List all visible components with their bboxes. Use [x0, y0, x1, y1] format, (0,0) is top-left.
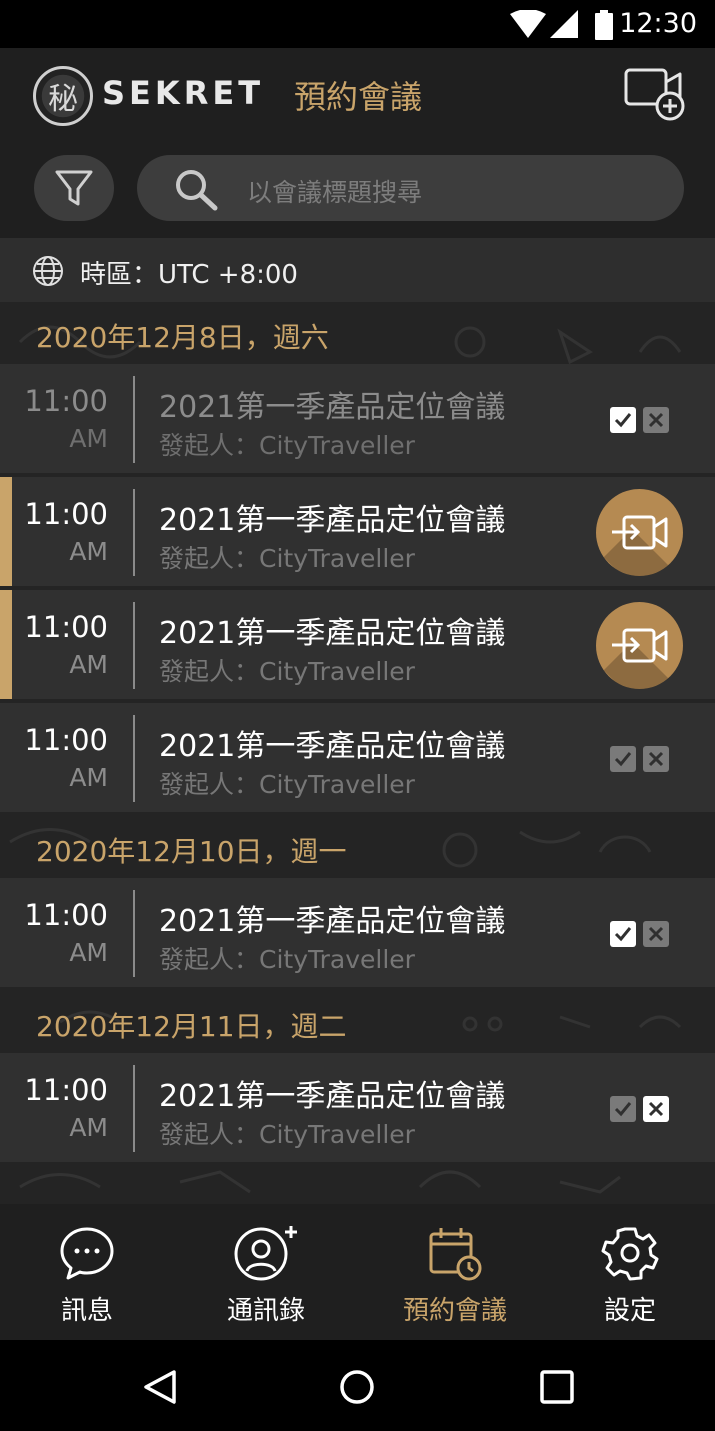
meeting-time: 11:00	[24, 723, 108, 757]
divider	[133, 489, 135, 576]
status-bar: 12:30	[0, 0, 715, 48]
date-header: 2020年12月10日，週一	[0, 816, 715, 878]
meeting-host: 發起人：CityTraveller	[159, 431, 415, 460]
meeting-row[interactable]: 11:00 AM 2021第一季產品定位會議 發起人：CityTraveller	[0, 590, 715, 701]
meeting-ampm: AM	[69, 1113, 108, 1142]
date-label: 2020年12月11日，週二	[36, 1010, 347, 1043]
search-input[interactable]: 以會議標題搜尋	[137, 155, 684, 221]
meeting-ampm: AM	[69, 424, 108, 453]
meeting-host: 發起人：CityTraveller	[159, 1120, 415, 1149]
divider	[133, 890, 135, 977]
meeting-ampm: AM	[69, 537, 108, 566]
signal-icon	[550, 10, 578, 38]
meeting-ampm: AM	[69, 650, 108, 679]
decline-x-icon[interactable]	[643, 407, 669, 433]
search-icon	[176, 170, 218, 211]
nav-item-schedule[interactable]: 預約會議	[380, 1204, 530, 1340]
recents-icon[interactable]	[538, 1368, 576, 1406]
join-meeting-button[interactable]	[596, 489, 683, 576]
meeting-time: 11:00	[24, 497, 108, 531]
meeting-title: 2021第一季產品定位會議	[159, 1079, 506, 1114]
meeting-ampm: AM	[69, 763, 108, 792]
ongoing-indicator	[0, 477, 12, 586]
join-meeting-button[interactable]	[596, 602, 683, 689]
meeting-time: 11:00	[24, 610, 108, 644]
divider	[133, 376, 135, 463]
meeting-host: 發起人：CityTraveller	[159, 657, 415, 686]
meeting-row[interactable]: 11:00 AM 2021第一季產品定位會議 發起人：CityTraveller	[0, 477, 715, 588]
timezone-bar: 時區：UTC +8:00	[0, 238, 715, 302]
ongoing-indicator	[0, 590, 12, 699]
page-title: 預約會議	[294, 78, 423, 116]
nav-label: 預約會議	[402, 1296, 507, 1326]
meeting-title: 2021第一季產品定位會議	[159, 616, 506, 651]
home-icon[interactable]	[338, 1368, 376, 1406]
filter-button[interactable]	[34, 155, 114, 221]
divider	[133, 602, 135, 689]
date-label: 2020年12月10日，週一	[36, 835, 347, 868]
meeting-ampm: AM	[69, 938, 108, 967]
nav-label: 訊息	[60, 1296, 113, 1326]
date-header: 2020年12月11日，週二	[0, 991, 715, 1053]
battery-icon	[595, 10, 613, 40]
accept-check-icon[interactable]	[610, 746, 636, 772]
meeting-list[interactable]: 2020年12月8日，週六 11:00 AM 2021第一季產品定位會議 發起人…	[0, 302, 715, 1204]
meeting-title: 2021第一季產品定位會議	[159, 904, 506, 939]
app-logo: 秘	[33, 66, 93, 126]
accept-check-icon[interactable]	[610, 407, 636, 433]
meeting-title: 2021第一季產品定位會議	[159, 390, 506, 425]
date-header: 2020年12月8日，週六	[0, 302, 715, 364]
meeting-row[interactable]: 11:00 AM 2021第一季產品定位會議 發起人：CityTraveller	[0, 878, 715, 989]
decline-x-icon[interactable]	[643, 1096, 669, 1122]
nav-label: 設定	[603, 1296, 656, 1326]
calendar-clock-icon	[429, 1228, 482, 1281]
nav-item-contacts[interactable]: 通訊錄	[191, 1204, 341, 1340]
nav-item-settings[interactable]: 設定	[555, 1204, 705, 1340]
decline-x-icon[interactable]	[643, 746, 669, 772]
brand-name: SEKRET	[102, 74, 265, 112]
meeting-time: 11:00	[24, 1073, 108, 1107]
status-time: 12:30	[619, 8, 697, 39]
accept-check-icon[interactable]	[610, 921, 636, 947]
join-icon	[612, 628, 668, 663]
join-icon	[612, 515, 668, 550]
meeting-row[interactable]: 11:00 AM 2021第一季產品定位會議 發起人：CityTraveller	[0, 703, 715, 814]
meeting-time: 11:00	[24, 384, 108, 418]
meeting-host: 發起人：CityTraveller	[159, 770, 415, 799]
meeting-row[interactable]: 11:00 AM 2021第一季產品定位會議 發起人：CityTraveller	[0, 1053, 715, 1164]
nav-item-messages[interactable]: 訊息	[12, 1204, 162, 1340]
globe-icon	[33, 256, 63, 286]
divider	[133, 1065, 135, 1152]
timezone-label: 時區：UTC +8:00	[80, 260, 298, 290]
chat-icon	[60, 1227, 114, 1280]
bottom-nav: 訊息 通訊錄 預約會議 設定	[0, 1204, 715, 1340]
search-bar: 以會議標題搜尋	[0, 144, 715, 238]
meeting-host: 發起人：CityTraveller	[159, 544, 415, 573]
decline-x-icon[interactable]	[643, 921, 669, 947]
video-plus-icon[interactable]	[622, 66, 688, 124]
wifi-icon	[510, 10, 546, 38]
add-contact-icon	[234, 1226, 297, 1281]
meeting-host: 發起人：CityTraveller	[159, 945, 415, 974]
accept-check-icon[interactable]	[610, 1096, 636, 1122]
meeting-row[interactable]: 11:00 AM 2021第一季產品定位會議 發起人：CityTraveller	[0, 364, 715, 475]
back-icon[interactable]	[140, 1368, 180, 1406]
logo-glyph: 秘	[48, 82, 78, 117]
meeting-title: 2021第一季產品定位會議	[159, 503, 506, 538]
gear-icon	[601, 1227, 659, 1281]
system-nav-bar	[0, 1340, 715, 1431]
meeting-title: 2021第一季產品定位會議	[159, 729, 506, 764]
date-label: 2020年12月8日，週六	[36, 321, 329, 354]
divider	[133, 715, 135, 802]
filter-icon	[55, 170, 93, 206]
search-placeholder: 以會議標題搜尋	[247, 178, 423, 207]
app-bar: 秘 SEKRET 預約會議	[0, 48, 715, 144]
meeting-time: 11:00	[24, 898, 108, 932]
nav-label: 通訊錄	[226, 1296, 305, 1326]
